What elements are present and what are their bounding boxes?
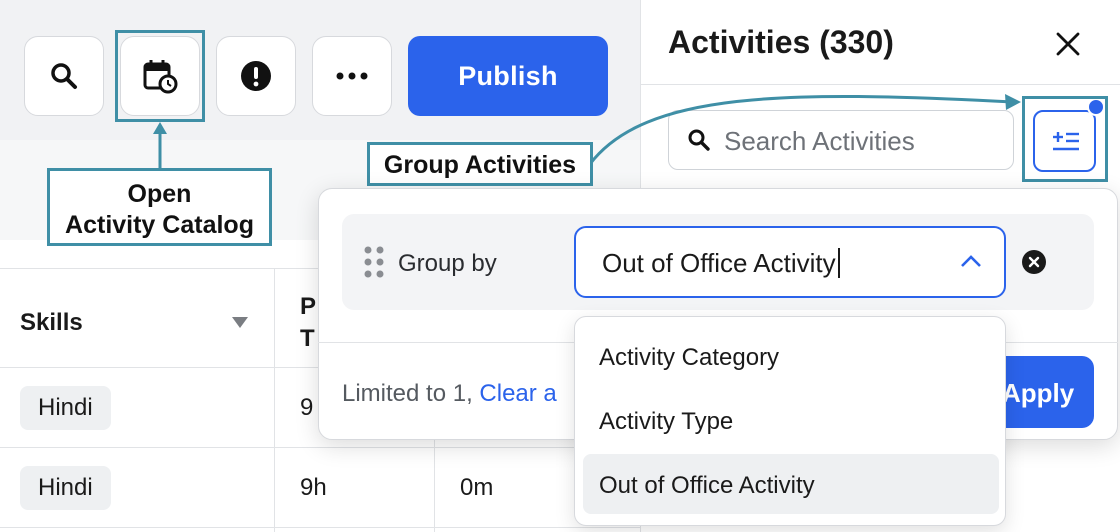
chevron-up-icon [961, 255, 981, 267]
group-arrow [588, 94, 1021, 165]
drag-handle-icon[interactable] [363, 246, 385, 278]
sort-caret-icon[interactable] [232, 317, 248, 328]
table-cell: 0m [460, 474, 494, 501]
option-activity-category[interactable]: Activity Category [583, 326, 999, 386]
skill-chip: Hindi [20, 386, 111, 430]
option-out-of-office[interactable]: Out of Office Activity [583, 454, 999, 514]
group-by-select[interactable]: Out of Office Activity [574, 226, 1006, 298]
remove-group-icon[interactable] [1022, 250, 1046, 274]
table-cell: 9h [300, 474, 327, 501]
group-by-value: Out of Office Activity [602, 248, 840, 279]
publish-button[interactable]: Publish [408, 36, 608, 116]
close-icon[interactable] [1052, 28, 1084, 60]
skill-chip: Hindi [20, 466, 111, 510]
open-catalog-callout: Open Activity Catalog [47, 168, 272, 246]
panel-title: Activities (330) [668, 24, 894, 60]
option-activity-type[interactable]: Activity Type [583, 390, 999, 450]
search-icon [51, 63, 77, 89]
group-highlight [1022, 96, 1108, 182]
alert-button[interactable] [216, 36, 296, 116]
group-activities-callout: Group Activities [367, 142, 593, 186]
group-by-label: Group by [398, 250, 497, 277]
table-cell: 9 [300, 394, 314, 421]
column-header-2: P T [300, 293, 317, 352]
search-button[interactable] [24, 36, 104, 116]
table-row[interactable]: Hindi 9h 0m [0, 448, 640, 528]
limit-text: Limited to 1, Clear a [342, 380, 557, 407]
catalog-highlight [115, 30, 205, 122]
clear-all-link[interactable]: Clear a [479, 380, 556, 407]
more-button[interactable] [312, 36, 392, 116]
alert-icon [241, 61, 271, 91]
skills-header: Skills [20, 309, 83, 336]
more-icon [336, 72, 368, 80]
catalog-arrow [153, 122, 167, 170]
group-by-dropdown: Activity Category Activity Type Out of O… [574, 316, 1006, 526]
